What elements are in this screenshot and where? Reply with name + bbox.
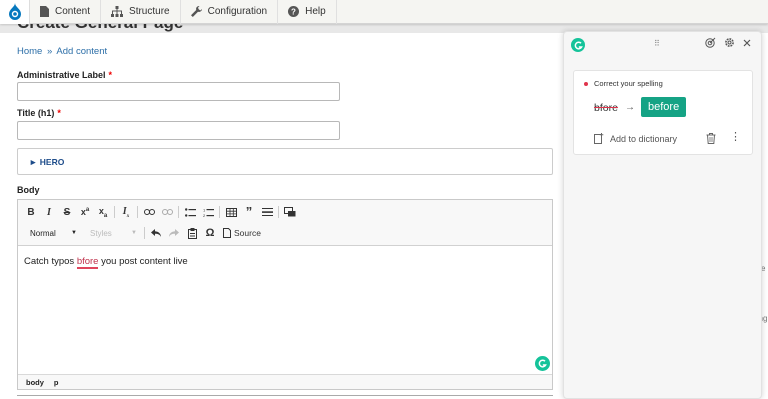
blockquote-icon[interactable]: ”: [242, 203, 256, 221]
editor-toolbar-row-2: Normal ▼ Styles ▼ Ω Source: [24, 223, 267, 243]
breadcrumb-separator: »: [46, 46, 53, 57]
chevron-down-icon: ▼: [71, 230, 77, 236]
close-icon[interactable]: [743, 39, 751, 47]
format-select-value: Normal: [30, 228, 56, 238]
editor-toolbar: B I S xa xa Ix 12 ” Normal ▼ Styles ▼ Ω …: [18, 200, 552, 246]
horizontal-line-icon[interactable]: [260, 203, 274, 221]
dictionary-add-icon: [594, 133, 604, 144]
accept-suggestion-button[interactable]: before: [641, 97, 687, 117]
toolbar-item-label: Help: [305, 6, 326, 17]
status-path-item[interactable]: body: [26, 378, 44, 387]
superscript-button[interactable]: xa: [78, 203, 92, 221]
media-embed-icon[interactable]: [283, 203, 297, 221]
grammarly-logo-icon[interactable]: [571, 38, 585, 52]
admin-toolbar: Content Structure Configuration ? Help: [0, 0, 768, 24]
toolbar-separator: [114, 206, 115, 218]
field-label-text: Title (h1): [17, 108, 55, 118]
styles-select[interactable]: Styles ▼: [84, 224, 140, 242]
breadcrumb-current-link[interactable]: Add content: [56, 46, 107, 57]
grammarly-badge-icon[interactable]: [535, 356, 550, 371]
toolbar-separator: [144, 227, 145, 239]
breadcrumb: Home » Add content: [17, 46, 107, 57]
title-input[interactable]: [17, 121, 340, 140]
toolbar-item-label: Structure: [129, 6, 170, 17]
goals-icon[interactable]: [705, 37, 716, 48]
panel-header-icons: [697, 37, 751, 48]
add-to-dictionary-label: Add to dictionary: [610, 133, 678, 144]
status-dot: [584, 82, 588, 86]
sitemap-icon: [111, 6, 124, 17]
page-title: Create General Page: [17, 24, 183, 33]
styles-select-value: Styles: [90, 228, 112, 238]
field-label-text: Administrative Label: [17, 70, 106, 80]
content-text: you post content live: [98, 256, 188, 267]
editor-content[interactable]: Catch typos bfore you post content live: [24, 256, 188, 269]
subscript-button[interactable]: xa: [96, 203, 110, 221]
remove-format-icon[interactable]: Ix: [119, 203, 133, 221]
wrench-icon: [190, 6, 202, 17]
unlink-icon[interactable]: [160, 203, 174, 221]
toolbar-separator: [278, 206, 279, 218]
grammarly-panel: ⠿ Correct your spelling bfore → before A…: [563, 31, 762, 399]
divider: [17, 395, 553, 396]
editor-toolbar-row-1: B I S xa xa Ix 12 ”: [24, 202, 301, 222]
chevron-down-icon: ▼: [131, 230, 137, 236]
content-text: Catch typos: [24, 256, 77, 267]
link-icon[interactable]: [142, 203, 156, 221]
svg-text:1: 1: [203, 208, 206, 213]
title-label: Title (h1) *: [17, 108, 61, 118]
body-editor: B I S xa xa Ix 12 ” Normal ▼ Styles ▼ Ω …: [17, 199, 553, 390]
toolbar-separator: [219, 206, 220, 218]
undo-icon[interactable]: [149, 224, 163, 242]
toolbar-item-label: Configuration: [207, 6, 268, 17]
file-icon: [40, 6, 49, 17]
svg-text:?: ?: [291, 8, 296, 17]
bold-button[interactable]: B: [24, 203, 38, 221]
toolbar-separator: [178, 206, 179, 218]
source-file-icon: [223, 228, 231, 238]
editor-status-path: body p: [18, 374, 552, 389]
admin-label-label: Administrative Label *: [17, 70, 112, 80]
toolbar-item-content[interactable]: Content: [30, 0, 102, 24]
drupal-drop-icon[interactable]: [0, 0, 30, 24]
source-button[interactable]: Source: [221, 224, 263, 242]
admin-label-input[interactable]: [17, 82, 340, 101]
more-options-icon[interactable]: ⋮: [730, 132, 741, 143]
bulleted-list-icon[interactable]: [183, 203, 197, 221]
toolbar-item-configuration[interactable]: Configuration: [181, 0, 279, 24]
table-icon[interactable]: [224, 203, 238, 221]
trash-icon[interactable]: [706, 133, 716, 147]
hero-details: ► HERO: [17, 148, 553, 175]
settings-gear-icon[interactable]: [724, 37, 735, 48]
status-path-item[interactable]: p: [54, 378, 59, 387]
hero-summary-toggle[interactable]: ► HERO: [29, 157, 64, 167]
suggestion-category: Correct your spelling: [594, 79, 663, 88]
breadcrumb-home-link[interactable]: Home: [17, 46, 42, 57]
toolbar-separator: [137, 206, 138, 218]
special-char-icon[interactable]: Ω: [203, 224, 217, 242]
source-button-label: Source: [234, 228, 261, 238]
misspelled-word[interactable]: bfore: [76, 256, 99, 269]
original-word: bfore: [594, 102, 618, 114]
svg-text:2: 2: [203, 213, 206, 217]
toolbar-item-help[interactable]: ? Help: [278, 0, 337, 24]
redo-icon[interactable]: [167, 224, 181, 242]
question-icon: ?: [288, 6, 300, 17]
strikethrough-button[interactable]: S: [60, 203, 74, 221]
numbered-list-icon[interactable]: 12: [201, 203, 215, 221]
arrow-right-icon: →: [625, 102, 635, 113]
required-marker: *: [57, 108, 61, 118]
suggestion-card[interactable]: Correct your spelling bfore → before Add…: [573, 70, 753, 155]
body-label: Body: [17, 185, 40, 195]
paste-icon[interactable]: [185, 224, 199, 242]
required-marker: *: [108, 70, 113, 80]
format-select[interactable]: Normal ▼: [24, 224, 80, 242]
drag-handle-icon[interactable]: ⠿: [654, 39, 660, 48]
toolbar-item-label: Content: [55, 6, 91, 17]
add-to-dictionary-button[interactable]: Add to dictionary: [594, 133, 677, 144]
toolbar-item-structure[interactable]: Structure: [101, 0, 181, 24]
italic-button[interactable]: I: [42, 203, 56, 221]
